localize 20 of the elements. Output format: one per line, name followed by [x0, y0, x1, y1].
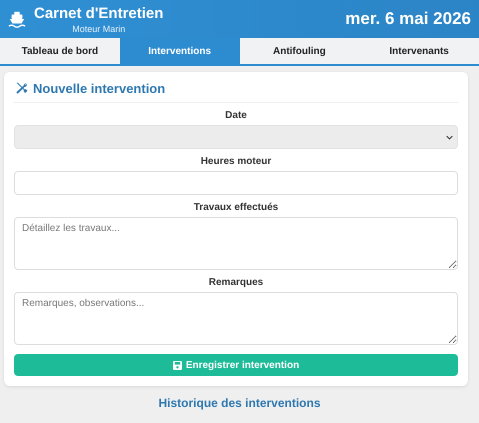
chevron-down-icon: [446, 134, 453, 140]
input-field[interactable]: [14, 171, 458, 195]
current-date: mer. 6 mai 2026: [345, 9, 471, 29]
text-area[interactable]: Détaillez les travaux...: [14, 217, 458, 270]
tools-icon: [14, 81, 29, 96]
date-select[interactable]: [14, 125, 458, 149]
tab[interactable]: Interventions: [120, 38, 240, 64]
text-area[interactable]: Remarques, observations...: [14, 292, 458, 345]
tab[interactable]: Antifouling: [240, 38, 360, 64]
ship-icon: [8, 10, 26, 28]
app-title: Carnet d'Entretien: [34, 4, 164, 22]
form-title: Nouvelle intervention: [33, 81, 166, 96]
section-heading: Historique des interventions: [158, 396, 321, 410]
field-label: Remarques: [208, 277, 264, 288]
field-label: Heures moteur: [200, 156, 272, 167]
field-label: Date: [225, 110, 247, 121]
tab[interactable]: Tableau de bord: [0, 38, 120, 64]
field-label: Travaux effectués: [194, 202, 278, 213]
app-subtitle: Moteur Marin: [72, 24, 126, 34]
tab[interactable]: Intervenants: [359, 38, 479, 64]
